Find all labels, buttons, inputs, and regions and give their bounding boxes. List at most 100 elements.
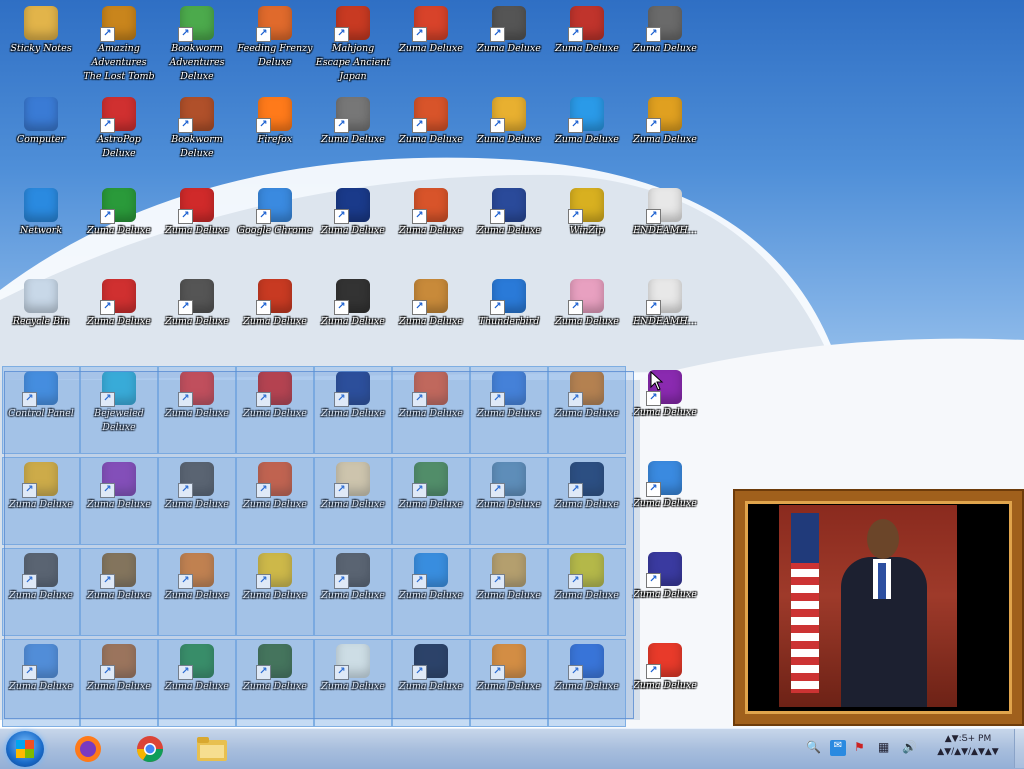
desktop-icon-label: Zuma Deluxe [399, 316, 463, 327]
network-tray-icon[interactable]: ▦ [878, 740, 894, 756]
desktop-icon[interactable]: ↗ Thunderbird [470, 275, 548, 363]
desktop-icon[interactable]: ↗ Zuma Deluxe [548, 275, 626, 363]
volume-tray-icon[interactable]: 🔊 [902, 740, 918, 756]
shortcut-arrow-icon: ↗ [646, 391, 661, 406]
desktop-icon[interactable]: ↗ Bookworm Deluxe [158, 93, 236, 181]
desktop-icon[interactable]: Sticky Notes [2, 2, 80, 90]
shortcut-arrow-icon: ↗ [646, 209, 661, 224]
folder-icon [24, 6, 58, 40]
start-button[interactable] [6, 731, 44, 767]
shortcut-arrow-icon: ↗ [568, 209, 583, 224]
desktop-icon-label: Zuma Deluxe [555, 134, 619, 145]
folder-icon [197, 737, 227, 761]
shortcut-arrow-icon: ↗ [256, 300, 271, 315]
desktop-icon-label: Zuma Deluxe [243, 316, 307, 327]
desktop-icon[interactable]: ↗ Zuma Deluxe [80, 184, 158, 272]
desktop-icon[interactable]: ↗ Zuma Deluxe [470, 184, 548, 272]
desktop-icon[interactable]: ↗ Zuma Deluxe [236, 275, 314, 363]
game-icon: ↗ [334, 188, 370, 224]
taskbar-firefox-button[interactable] [62, 731, 114, 767]
desktop-icon[interactable]: Recycle Bin [2, 275, 80, 363]
desktop-icon-label: Zuma Deluxe [555, 43, 619, 54]
desktop-icon[interactable]: ↗ Zuma Deluxe [158, 275, 236, 363]
clock[interactable]: ▲▼:Ƽ+ PM ▲▼/▲▼/▲▼▲▼ [928, 733, 1008, 759]
desktop-icon[interactable]: ↗ Zuma Deluxe [80, 275, 158, 363]
desktop-icon[interactable]: ↗ Zuma Deluxe [548, 93, 626, 181]
desktop-icon-label: Zuma Deluxe [633, 680, 697, 691]
desktop-icon[interactable]: ↗ Mahjong Escape Ancient Japan [314, 2, 392, 90]
search-tray-icon[interactable]: 🔍 [806, 740, 822, 756]
desktop-icon[interactable]: ↗ Amazing Adventures The Lost Tomb [80, 2, 158, 90]
desktop-icon[interactable]: ↗ WinZip [548, 184, 626, 272]
desktop-icon-label: Zuma Deluxe [633, 589, 697, 600]
mail-icon: ↗ [490, 279, 526, 315]
desktop-icon[interactable]: ↗ Google Chrome [236, 184, 314, 272]
desktop-icon[interactable]: ↗ AstroPop Deluxe [80, 93, 158, 181]
game-icon: ↗ [490, 6, 526, 42]
desktop-icon[interactable]: Computer [2, 93, 80, 181]
desktop-icon[interactable]: ↗ Zuma Deluxe [470, 93, 548, 181]
windows-logo-icon [16, 740, 34, 758]
network-icon [24, 188, 58, 222]
firefox-icon [75, 736, 101, 762]
desktop-icon[interactable]: ↗ Zuma Deluxe [392, 93, 470, 181]
game-icon: ↗ [646, 97, 682, 133]
desktop-icon-label: Zuma Deluxe [165, 316, 229, 327]
desktop-icon[interactable]: Network [2, 184, 80, 272]
taskbar-chrome-button[interactable] [124, 731, 176, 767]
desktop-icon-label: Firefox [257, 134, 293, 145]
desktop-icon-label: Zuma Deluxe [633, 43, 697, 54]
desktop-icon[interactable]: ↗ Zuma Deluxe [548, 2, 626, 90]
desktop-icon-label: Zuma Deluxe [321, 134, 385, 145]
desktop-icon[interactable]: ↗ Firefox [236, 93, 314, 181]
desktop-icon[interactable]: ↗ Feeding Frenzy Deluxe [236, 2, 314, 90]
show-desktop-button[interactable] [1014, 729, 1024, 768]
desktop-icon[interactable]: ↗ Bookworm Adventures Deluxe [158, 2, 236, 90]
document-icon: ↗ [646, 188, 682, 224]
desktop-icon[interactable]: ↗ Zuma Deluxe [626, 93, 704, 181]
archive-icon: ↗ [568, 188, 604, 224]
recycle-bin-icon [24, 279, 58, 313]
desktop-icon-label: Thunderbird [478, 316, 540, 327]
desktop-icon[interactable]: ↗ Zuma Deluxe [314, 93, 392, 181]
shortcut-arrow-icon: ↗ [334, 118, 349, 133]
game-icon: ↗ [100, 6, 136, 42]
desktop-icon-label: Zuma Deluxe [399, 43, 463, 54]
desktop-icon[interactable]: ↗ Zuma Deluxe [626, 639, 704, 727]
desktop-icon-label: Zuma Deluxe [87, 225, 151, 236]
desktop-icon-label: ENDEAMH... [633, 316, 697, 327]
desktop-icon[interactable]: ↗ Zuma Deluxe [392, 2, 470, 90]
desktop-icon[interactable]: ↗ Zuma Deluxe [626, 2, 704, 90]
flag-tray-icon[interactable]: ⚑ [854, 740, 870, 756]
shortcut-arrow-icon: ↗ [490, 209, 505, 224]
game-icon: ↗ [490, 188, 526, 224]
taskbar-explorer-button[interactable] [186, 731, 238, 767]
shortcut-arrow-icon: ↗ [334, 209, 349, 224]
shortcut-arrow-icon: ↗ [568, 27, 583, 42]
desktop-icon[interactable]: ↗ Zuma Deluxe [314, 275, 392, 363]
desktop-icon[interactable]: ↗ Zuma Deluxe [314, 184, 392, 272]
desktop-icon[interactable]: ↗ ENDEAMH... [626, 184, 704, 272]
shortcut-arrow-icon: ↗ [646, 300, 661, 315]
shortcut-arrow-icon: ↗ [100, 300, 115, 315]
photo-icon: ↗ [646, 461, 682, 497]
picture-frame-widget[interactable] [735, 491, 1022, 724]
game-icon: ↗ [178, 279, 214, 315]
desktop-icon-label: Zuma Deluxe [321, 225, 385, 236]
shortcut-arrow-icon: ↗ [646, 573, 661, 588]
desktop-icon[interactable]: ↗ Zuma Deluxe [470, 2, 548, 90]
messaging-tray-icon[interactable]: ✉ [830, 740, 846, 756]
shortcut-arrow-icon: ↗ [412, 118, 427, 133]
desktop-icon[interactable]: ↗ ENDEAMH... [626, 275, 704, 363]
desktop-icon-label: Zuma Deluxe [399, 134, 463, 145]
shortcut-arrow-icon: ↗ [334, 27, 349, 42]
desktop-icon[interactable]: ↗ Zuma Deluxe [392, 275, 470, 363]
desktop-icon[interactable]: ↗ Zuma Deluxe [158, 184, 236, 272]
desktop-icon[interactable]: ↗ Zuma Deluxe [392, 184, 470, 272]
desktop-icon[interactable]: ↗ Zuma Deluxe [626, 366, 704, 454]
desktop-icon[interactable]: ↗ Zuma Deluxe [626, 548, 704, 636]
game-icon: ↗ [100, 188, 136, 224]
chrome-icon: ↗ [256, 188, 292, 224]
desktop-icon[interactable]: ↗ Zuma Deluxe [626, 457, 704, 545]
shortcut-arrow-icon: ↗ [178, 27, 193, 42]
